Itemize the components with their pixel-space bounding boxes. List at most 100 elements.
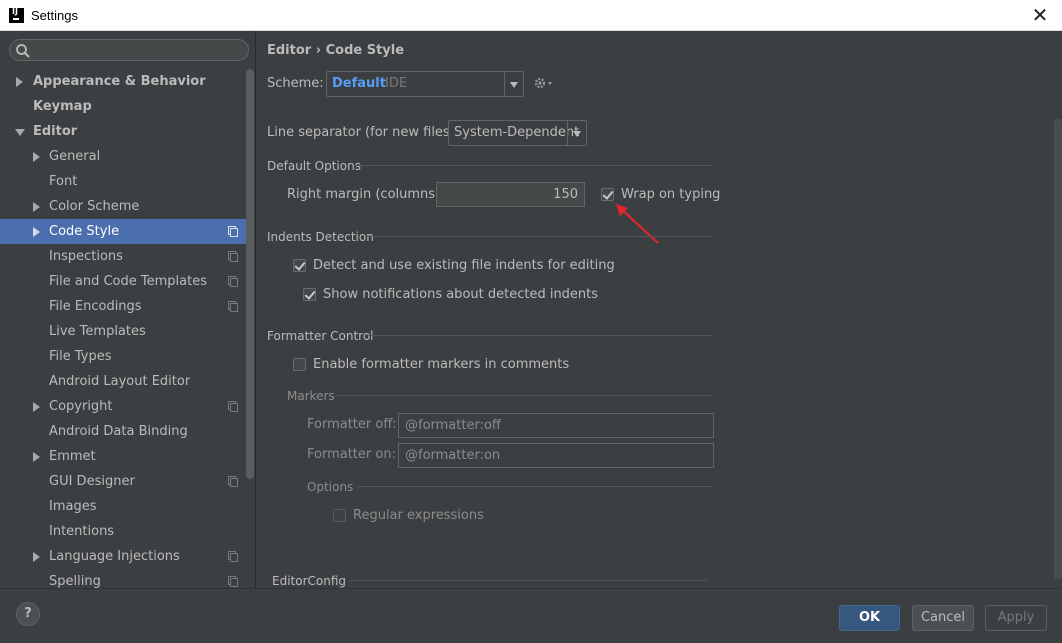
chevron-down-icon[interactable] bbox=[15, 129, 25, 136]
tree-item-label: File Encodings bbox=[49, 299, 142, 314]
right-margin-label: Right margin (columns): bbox=[287, 187, 445, 202]
formatter-on-input[interactable]: @formatter:on bbox=[398, 443, 714, 468]
dialog-button-bar: ? OK Cancel Apply bbox=[0, 588, 1062, 643]
divider bbox=[337, 395, 712, 396]
chevron-right-icon[interactable] bbox=[33, 452, 40, 462]
tree-item-gui-designer[interactable]: GUI Designer bbox=[0, 469, 246, 494]
scheme-label: Scheme: bbox=[267, 76, 324, 91]
section-title-formatter-control: Formatter Control bbox=[267, 329, 374, 343]
tree-item-file-types[interactable]: File Types bbox=[0, 344, 246, 369]
tree-item-android-data-binding[interactable]: Android Data Binding bbox=[0, 419, 246, 444]
settings-tree: Appearance & Behavior Keymap Editor Gene… bbox=[0, 69, 246, 588]
section-title-options: Options bbox=[307, 480, 354, 494]
show-notifications-label: Show notifications about detected indent… bbox=[323, 287, 599, 302]
scheme-combo[interactable]: Default IDE bbox=[326, 71, 524, 97]
tree-item-font[interactable]: Font bbox=[0, 169, 246, 194]
formatter-off-label: Formatter off: bbox=[307, 417, 397, 432]
enable-markers-label: Enable formatter markers in comments bbox=[313, 357, 570, 372]
line-separator-value: System-Dependent bbox=[454, 125, 580, 140]
tree-item-label: Android Data Binding bbox=[49, 424, 188, 439]
cancel-button[interactable]: Cancel bbox=[912, 605, 974, 631]
chevron-right-icon[interactable] bbox=[33, 402, 40, 412]
tree-item-editor[interactable]: Editor bbox=[0, 119, 246, 144]
chevron-right-icon[interactable] bbox=[33, 202, 40, 212]
tree-item-intentions[interactable]: Intentions bbox=[0, 519, 246, 544]
sidebar-scrollbar[interactable] bbox=[246, 69, 254, 479]
tree-item-label: File and Code Templates bbox=[49, 274, 207, 289]
project-settings-icon bbox=[228, 576, 238, 587]
divider bbox=[367, 236, 712, 237]
section-title-markers: Markers bbox=[287, 389, 335, 403]
tree-item-label: Keymap bbox=[33, 99, 92, 114]
close-icon[interactable]: ✕ bbox=[1028, 4, 1052, 28]
section-title-indents-detection: Indents Detection bbox=[267, 230, 374, 244]
section-title-editorconfig: EditorConfig bbox=[272, 574, 347, 588]
project-settings-icon bbox=[228, 401, 238, 412]
breadcrumb: Editor › Code Style bbox=[267, 43, 405, 58]
enable-markers-checkbox[interactable] bbox=[293, 358, 306, 371]
project-settings-icon bbox=[228, 301, 238, 312]
divider bbox=[355, 165, 712, 166]
line-separator-combo[interactable]: System-Dependent bbox=[448, 120, 587, 146]
right-margin-input[interactable]: 150 bbox=[436, 182, 585, 207]
apply-button[interactable]: Apply bbox=[985, 605, 1047, 631]
project-settings-icon bbox=[228, 551, 238, 562]
tree-item-emmet[interactable]: Emmet bbox=[0, 444, 246, 469]
chevron-right-icon[interactable] bbox=[33, 152, 40, 162]
tree-item-label: Live Templates bbox=[49, 324, 146, 339]
tree-item-keymap[interactable]: Keymap bbox=[0, 94, 246, 119]
tree-item-label: Intentions bbox=[49, 524, 115, 539]
tree-item-label: Emmet bbox=[49, 449, 96, 464]
detect-indents-checkbox[interactable] bbox=[293, 259, 306, 272]
tree-item-copyright[interactable]: Copyright bbox=[0, 394, 246, 419]
tree-item-spelling[interactable]: Spelling bbox=[0, 569, 246, 588]
tree-item-label: Language Injections bbox=[49, 549, 180, 564]
help-icon[interactable]: ? bbox=[16, 602, 40, 626]
tree-item-label: Inspections bbox=[49, 249, 123, 264]
tree-item-general[interactable]: General bbox=[0, 144, 246, 169]
code-style-panel: Editor › Code Style Scheme: Default IDE … bbox=[257, 31, 1062, 588]
chevron-down-icon[interactable] bbox=[567, 121, 586, 145]
tree-item-inspections[interactable]: Inspections bbox=[0, 244, 246, 269]
section-title-default-options: Default Options bbox=[267, 159, 361, 173]
line-separator-label: Line separator (for new files): bbox=[267, 125, 460, 140]
chevron-right-icon[interactable] bbox=[16, 77, 23, 87]
project-settings-icon bbox=[228, 251, 238, 262]
ok-button[interactable]: OK bbox=[839, 605, 900, 631]
regular-expressions-checkbox[interactable] bbox=[333, 509, 346, 522]
tree-item-live-templates[interactable]: Live Templates bbox=[0, 319, 246, 344]
tree-item-label: Code Style bbox=[49, 224, 120, 239]
tree-item-label: GUI Designer bbox=[49, 474, 135, 489]
main-scrollbar[interactable] bbox=[1054, 119, 1062, 579]
tree-item-code-style[interactable]: Code Style bbox=[0, 219, 246, 244]
chevron-right-icon[interactable] bbox=[33, 227, 40, 237]
gear-icon[interactable] bbox=[533, 76, 555, 90]
window-title: Settings bbox=[31, 8, 78, 23]
tree-item-label: Color Scheme bbox=[49, 199, 140, 214]
formatter-off-input[interactable]: @formatter:off bbox=[398, 413, 714, 438]
detect-indents-label: Detect and use existing file indents for… bbox=[313, 258, 615, 273]
tree-item-label: File Types bbox=[49, 349, 112, 364]
annotation-arrow-icon bbox=[616, 204, 659, 244]
tree-item-file-code-templates[interactable]: File and Code Templates bbox=[0, 269, 246, 294]
intellij-logo-icon bbox=[9, 7, 24, 23]
tree-item-android-layout-editor[interactable]: Android Layout Editor bbox=[0, 369, 246, 394]
tree-item-label: Spelling bbox=[49, 574, 101, 588]
scheme-scope: IDE bbox=[385, 76, 408, 91]
chevron-right-icon[interactable] bbox=[33, 552, 40, 562]
settings-sidebar: Appearance & Behavior Keymap Editor Gene… bbox=[0, 31, 256, 588]
show-notifications-checkbox[interactable] bbox=[303, 288, 316, 301]
tree-item-label: General bbox=[49, 149, 101, 164]
tree-item-label: Editor bbox=[33, 124, 78, 139]
tree-item-language-injections[interactable]: Language Injections bbox=[0, 544, 246, 569]
tree-item-file-encodings[interactable]: File Encodings bbox=[0, 294, 246, 319]
tree-item-images[interactable]: Images bbox=[0, 494, 246, 519]
tree-item-label: Images bbox=[49, 499, 97, 514]
search-input[interactable] bbox=[9, 39, 249, 61]
tree-item-color-scheme[interactable]: Color Scheme bbox=[0, 194, 246, 219]
tree-item-label: Copyright bbox=[49, 399, 113, 414]
chevron-down-icon[interactable] bbox=[504, 72, 523, 96]
title-bar: Settings ✕ bbox=[0, 0, 1062, 31]
tree-item-label: Android Layout Editor bbox=[49, 374, 191, 389]
tree-item-appearance-behavior[interactable]: Appearance & Behavior bbox=[0, 69, 246, 94]
